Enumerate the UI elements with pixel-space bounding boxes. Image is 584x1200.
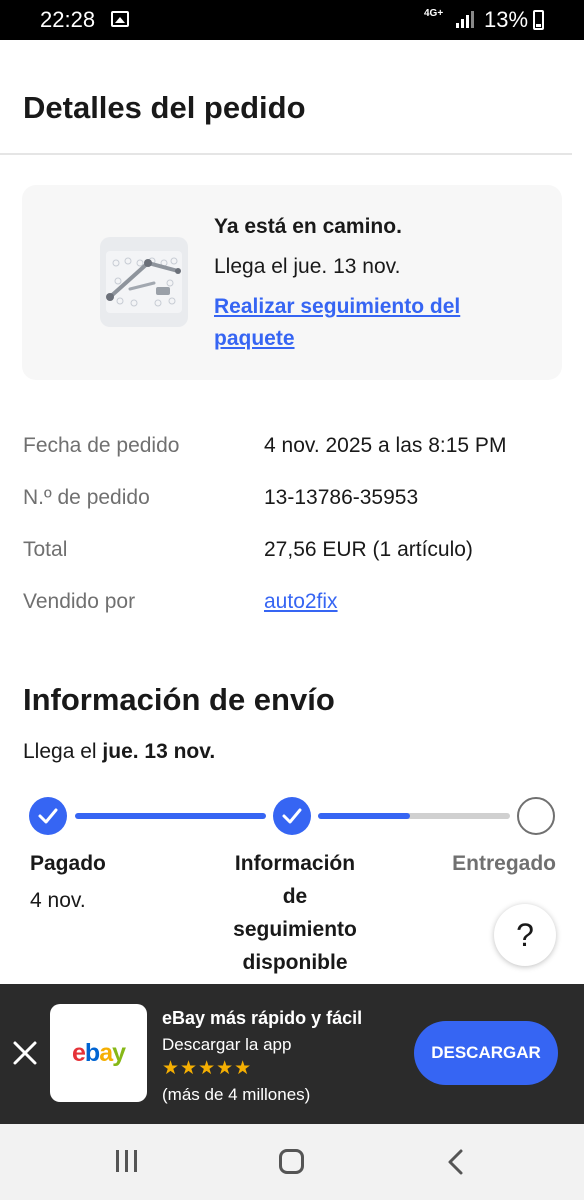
detail-label: Total	[23, 538, 68, 561]
image-icon	[111, 11, 129, 27]
divider	[0, 153, 572, 155]
home-icon[interactable]	[279, 1149, 304, 1174]
item-thumbnail[interactable]	[100, 237, 188, 327]
seller-row: Vendido por auto2fix	[23, 590, 563, 620]
shipment-status-card: Ya está en camino. Llega el jue. 13 nov.…	[22, 185, 562, 380]
recents-icon[interactable]	[116, 1150, 140, 1174]
arrival-text: Llega el jue. 13 nov.	[23, 740, 215, 764]
wiper-linkage-image	[106, 251, 182, 313]
shipping-section-title: Información de envío	[23, 682, 335, 717]
help-button[interactable]: ?	[494, 904, 556, 966]
step-label-delivered: Entregado	[452, 852, 556, 875]
detail-value: 4 nov. 2025 a las 8:15 PM	[264, 434, 507, 457]
signal-icon	[456, 11, 474, 28]
shipment-headline: Ya está en camino.	[214, 215, 402, 238]
status-bar: 22:28 4G+ 13%	[0, 0, 584, 40]
rating-count: (más de 4 millones)	[162, 1085, 311, 1104]
download-button[interactable]: DESCARGAR	[414, 1021, 558, 1085]
logo-letter-b: b	[84, 1039, 100, 1067]
order-date-row: Fecha de pedido 4 nov. 2025 a las 8:15 P…	[23, 434, 563, 464]
logo-letter-y: y	[112, 1039, 126, 1067]
step-delivered-circle-icon	[517, 797, 555, 835]
logo-letter-a: a	[99, 1039, 113, 1067]
banner-title: eBay más rápido y fácil	[162, 1008, 363, 1028]
progress-bar-segment-1	[75, 813, 266, 819]
status-time: 22:28	[40, 7, 96, 32]
banner-subtitle: Descargar la app	[162, 1035, 292, 1054]
rating-stars-icon: ★★★★★	[162, 1058, 253, 1079]
logo-letter-e: e	[72, 1039, 86, 1067]
ebay-logo: ebay	[50, 1004, 147, 1102]
step-label-paid: Pagado	[30, 852, 106, 875]
close-icon[interactable]	[12, 1040, 38, 1066]
step-label-tracking: Información de seguimiento disponible	[233, 852, 357, 974]
battery-icon	[533, 10, 544, 30]
detail-value: 13-13786-35953	[264, 486, 419, 509]
detail-label: Fecha de pedido	[23, 434, 180, 457]
detail-value: 27,56 EUR (1 artículo)	[264, 538, 473, 561]
detail-label: Vendido por	[23, 590, 136, 613]
step-tracking-check-icon	[273, 797, 311, 835]
network-type: 4G+	[424, 8, 444, 19]
arrival-date: jue. 13 nov.	[102, 740, 216, 763]
step-paid-check-icon	[29, 797, 67, 835]
order-total-row: Total 27,56 EUR (1 artículo)	[23, 538, 563, 568]
seller-link[interactable]: auto2fix	[264, 590, 338, 614]
order-number-row: N.º de pedido 13-13786-35953	[23, 486, 563, 516]
progress-bar-segment-2-fill	[318, 813, 410, 819]
estimated-arrival: Llega el jue. 13 nov.	[214, 255, 401, 278]
app-download-banner: ebay eBay más rápido y fácil Descargar l…	[0, 984, 584, 1124]
arrival-prefix: Llega el	[23, 740, 97, 763]
page-title: Detalles del pedido	[23, 90, 306, 125]
track-package-link[interactable]: Realizar seguimiento del paquete	[214, 291, 524, 355]
step-date-paid: 4 nov.	[30, 889, 86, 912]
back-icon[interactable]	[444, 1148, 468, 1176]
scroll-edge	[0, 40, 584, 44]
battery-percent: 13%	[484, 7, 529, 32]
system-nav-bar	[0, 1124, 584, 1200]
detail-label: N.º de pedido	[23, 486, 150, 509]
